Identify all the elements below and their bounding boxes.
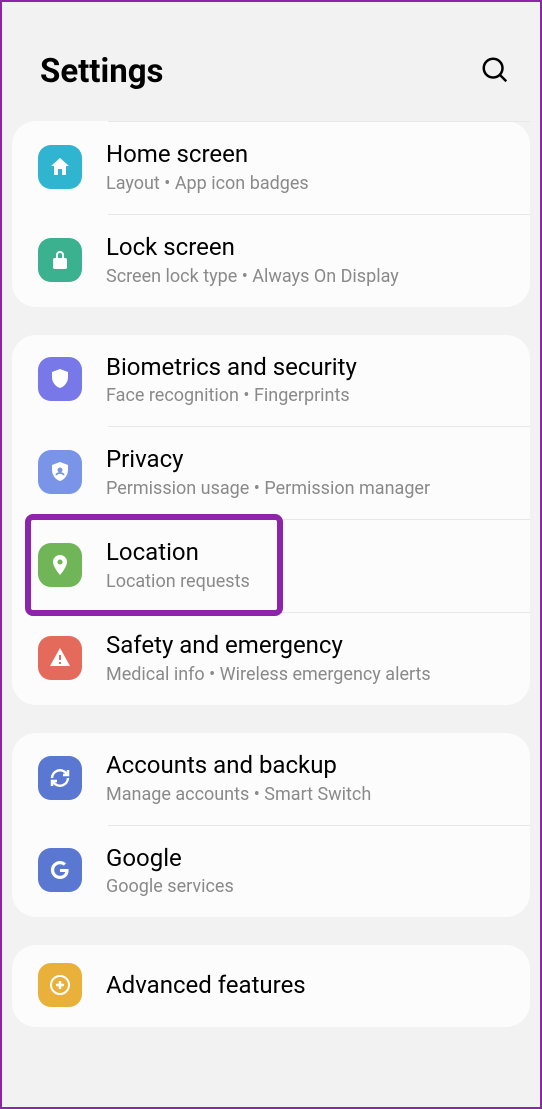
- pin-icon: [38, 543, 82, 587]
- item-subtitle: Location requests: [106, 571, 510, 592]
- item-title: Accounts and backup: [106, 751, 510, 780]
- settings-group-3: Accounts and backup Manage accounts • Sm…: [12, 733, 530, 918]
- item-subtitle: Manage accounts • Smart Switch: [106, 784, 510, 805]
- alert-icon: [38, 636, 82, 680]
- item-title: Google: [106, 844, 510, 873]
- item-title: Privacy: [106, 445, 510, 474]
- item-lock-screen[interactable]: Lock screen Screen lock type • Always On…: [12, 215, 530, 307]
- item-subtitle: Layout • App icon badges: [106, 173, 510, 194]
- sync-icon: [38, 756, 82, 800]
- item-subtitle: Google services: [106, 876, 510, 897]
- item-subtitle: Medical info • Wireless emergency alerts: [106, 664, 510, 685]
- header: Settings: [2, 2, 540, 121]
- shield-icon: [38, 357, 82, 401]
- item-subtitle: Face recognition • Fingerprints: [106, 385, 510, 406]
- item-title: Lock screen: [106, 233, 510, 262]
- google-icon: [38, 848, 82, 892]
- settings-group-2: Biometrics and security Face recognition…: [12, 335, 530, 705]
- page-title: Settings: [40, 52, 164, 91]
- item-title: Location: [106, 538, 510, 567]
- item-location[interactable]: Location Location requests: [12, 520, 530, 612]
- item-accounts[interactable]: Accounts and backup Manage accounts • Sm…: [12, 733, 530, 825]
- plus-icon: [38, 963, 82, 1007]
- item-subtitle: Permission usage • Permission manager: [106, 478, 510, 499]
- settings-group-1: Home screen Layout • App icon badges Loc…: [12, 121, 530, 307]
- settings-group-4: Advanced features: [12, 945, 530, 1027]
- item-subtitle: Screen lock type • Always On Display: [106, 266, 510, 287]
- item-home-screen[interactable]: Home screen Layout • App icon badges: [12, 122, 530, 214]
- item-safety[interactable]: Safety and emergency Medical info • Wire…: [12, 613, 530, 705]
- item-title: Advanced features: [106, 971, 510, 1000]
- item-title: Biometrics and security: [106, 353, 510, 382]
- home-icon: [38, 145, 82, 189]
- search-icon[interactable]: [480, 55, 510, 89]
- item-title: Safety and emergency: [106, 631, 510, 660]
- item-title: Home screen: [106, 140, 510, 169]
- lock-icon: [38, 238, 82, 282]
- item-google[interactable]: Google Google services: [12, 826, 530, 918]
- item-privacy[interactable]: Privacy Permission usage • Permission ma…: [12, 427, 530, 519]
- shield-user-icon: [38, 450, 82, 494]
- item-advanced[interactable]: Advanced features: [12, 945, 530, 1027]
- item-biometrics[interactable]: Biometrics and security Face recognition…: [12, 335, 530, 427]
